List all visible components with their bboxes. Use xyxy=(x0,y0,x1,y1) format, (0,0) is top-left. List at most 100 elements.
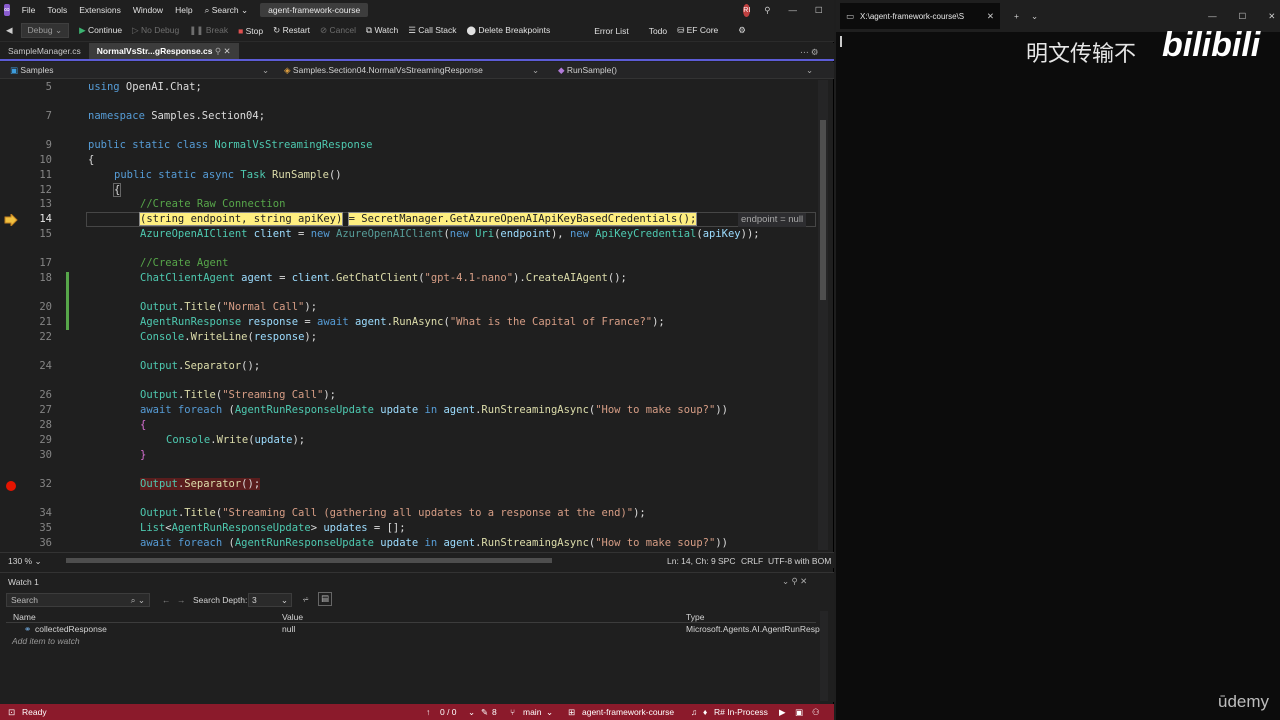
menu-tools[interactable]: Tools xyxy=(47,5,67,15)
git-repository[interactable]: agent-framework-course xyxy=(582,707,674,717)
line-ending[interactable]: CRLF xyxy=(741,556,763,566)
project-dropdown[interactable]: ▣ Samples xyxy=(10,65,53,76)
search-icon: ⌕ xyxy=(204,4,210,15)
minimize-icon[interactable]: — xyxy=(789,5,798,15)
inline-value-hint[interactable]: endpoint = null xyxy=(738,213,807,227)
watch-row[interactable]: ⚭ collectedResponse null Microsoft.Agent… xyxy=(6,624,827,635)
filter-icon[interactable]: ⩫ xyxy=(302,594,309,605)
maximize-icon[interactable]: ☐ xyxy=(1239,11,1247,22)
changes-count[interactable]: 8 xyxy=(492,707,497,717)
search-next-icon[interactable]: → xyxy=(177,595,186,605)
tab-normal-vs-streaming[interactable]: NormalVsStr...gResponse.cs ⚲ ✕ xyxy=(88,43,239,59)
watch-row-name[interactable]: collectedResponse xyxy=(35,624,107,634)
new-tab-icon[interactable]: + xyxy=(1014,11,1019,21)
play-outline-icon: ▷ xyxy=(132,25,139,35)
git-branch[interactable]: main xyxy=(523,707,541,717)
search-previous-icon[interactable]: ← xyxy=(162,595,171,605)
visual-studio-window: ∞ File Tools Extensions Window Help ⌕ Se… xyxy=(0,0,848,720)
watch-search-input[interactable]: Search ⌕ ⌄ xyxy=(6,593,150,607)
todo-button[interactable]: Todo xyxy=(649,26,667,36)
error-count[interactable]: 0 / 0 xyxy=(440,707,457,717)
close-icon[interactable]: ✕ xyxy=(1268,11,1275,22)
close-tab-icon[interactable]: ✕ xyxy=(987,11,994,22)
arrow-up-icon[interactable]: ↑ xyxy=(426,707,430,717)
line-number: 36 xyxy=(39,537,52,549)
menu-file[interactable]: File xyxy=(22,5,36,15)
resharper-status[interactable]: R# In-Process xyxy=(714,707,768,717)
panel-controls[interactable]: ⌄ ⚲ ✕ xyxy=(782,576,807,587)
view-icon[interactable]: ▤ xyxy=(318,592,332,606)
bilibili-logo: bilibili xyxy=(1162,26,1261,64)
debug-toolbar: ◀ Debug ⌄ ▶ Continue ▷ No Debug ❚❚ Break… xyxy=(0,20,834,42)
document-icon[interactable]: ▣ xyxy=(795,707,803,718)
column-name[interactable]: Name xyxy=(13,612,36,622)
menu-window[interactable]: Window xyxy=(133,5,163,15)
column-type[interactable]: Type xyxy=(686,612,704,622)
chevron-down-icon[interactable]: ⌄ xyxy=(1031,11,1038,22)
column-value[interactable]: Value xyxy=(282,612,303,622)
menu-extensions[interactable]: Extensions xyxy=(79,5,121,15)
settings-icon[interactable]: ⚙ xyxy=(738,25,746,36)
pause-icon: ❚❚ xyxy=(189,25,204,35)
add-watch-item[interactable]: Add item to watch xyxy=(12,636,80,646)
class-dropdown[interactable]: ◈ Samples.Section04.NormalVsStreamingRes… xyxy=(284,65,483,76)
line-number-gutter[interactable]: 5 7 9 10 11 12 13 14 15 17 18 20 21 22 2… xyxy=(0,80,69,550)
code-line: { xyxy=(112,183,122,197)
breakpoint-icon[interactable] xyxy=(5,480,17,492)
scrollbar-thumb[interactable] xyxy=(820,120,826,300)
pin-icon[interactable]: ⚲ xyxy=(764,5,770,16)
tab-list-icon[interactable]: ⋯ ⚙ xyxy=(800,47,818,58)
code-line: AgentRunResponse response = await agent.… xyxy=(140,316,665,328)
restart-button[interactable]: ↻ Restart xyxy=(273,25,310,36)
chevron-down-icon[interactable]: ⌄ xyxy=(806,65,813,76)
play-icon[interactable]: ▶ xyxy=(779,707,786,718)
chevron-down-icon[interactable]: ⌄ xyxy=(468,707,475,718)
notifications-icon[interactable]: ⚇ xyxy=(812,707,820,718)
cancel-button[interactable]: ⊘ Cancel xyxy=(320,25,356,36)
terminal-cursor[interactable] xyxy=(840,36,842,47)
chevron-down-icon[interactable]: ⌄ xyxy=(546,707,553,718)
tab-sample-manager[interactable]: SampleManager.cs xyxy=(0,43,89,59)
user-avatar[interactable]: RI xyxy=(743,3,751,17)
terminal-tab[interactable]: ▭ X:\agent-framework-course\S ✕ xyxy=(840,3,1000,29)
ef-core-button[interactable]: ⛁ EF Core xyxy=(677,25,718,36)
terminal-icon: ▭ xyxy=(846,10,855,21)
configuration-dropdown[interactable]: Debug ⌄ xyxy=(20,23,70,38)
method-dropdown[interactable]: ◆ RunSample() xyxy=(558,65,617,76)
code-line: await foreach (AgentRunResponseUpdate up… xyxy=(140,404,728,416)
code-editor[interactable]: using OpenAI.Chat; namespace Samples.Sec… xyxy=(60,80,818,550)
maximize-icon[interactable]: ☐ xyxy=(815,5,823,16)
watch-row-value[interactable]: null xyxy=(282,624,295,634)
file-encoding[interactable]: UTF-8 with BOM xyxy=(768,556,831,566)
horizontal-scrollbar[interactable] xyxy=(66,558,552,563)
delete-breakpoints-button[interactable]: ⬤ Delete Breakpoints xyxy=(466,25,550,36)
resharper-icon: ♦ xyxy=(703,707,708,717)
back-icon[interactable]: ◀ xyxy=(6,25,13,36)
stop-button[interactable]: ■ Stop xyxy=(238,26,263,36)
whitespace-mode[interactable]: SPC xyxy=(718,556,735,566)
search-depth-dropdown[interactable]: 3 ⌄ xyxy=(248,593,292,607)
notification-bell-icon[interactable]: ♫ xyxy=(691,707,697,717)
code-line: //Create Raw Connection xyxy=(140,198,286,210)
search-menu[interactable]: ⌕ Search ⌄ xyxy=(205,5,249,16)
break-button[interactable]: ❚❚ Break xyxy=(189,25,228,36)
chevron-down-icon[interactable]: ⌄ xyxy=(262,65,269,76)
no-debug-button[interactable]: ▷ No Debug xyxy=(132,25,179,36)
call-stack-button[interactable]: ☰ Call Stack xyxy=(408,25,456,36)
zoom-level[interactable]: 130 % ⌄ xyxy=(8,556,42,567)
status-bar: ⊡ Ready ↑ 0 / 0 ⌄ ✎ 8 ⑂ main ⌄ ⊞ agent-f… xyxy=(0,704,834,720)
error-list-button[interactable]: Error List xyxy=(594,26,628,36)
csharp-project-icon: ▣ xyxy=(10,65,19,75)
minimize-icon[interactable]: — xyxy=(1208,11,1217,21)
restart-icon: ↻ xyxy=(273,25,281,35)
continue-button[interactable]: ▶ Continue xyxy=(79,25,122,36)
editor-vertical-scrollbar[interactable] xyxy=(818,80,828,550)
pin-icon[interactable]: ⚲ xyxy=(215,46,221,56)
watch-button[interactable]: ⧉ Watch xyxy=(366,25,398,36)
menu-help[interactable]: Help xyxy=(175,5,192,15)
line-number: 7 xyxy=(45,110,52,122)
close-tab-icon[interactable]: ✕ xyxy=(224,46,231,56)
terminal-window: ▭ X:\agent-framework-course\S ✕ + ⌄ — ☐ … xyxy=(836,0,1280,720)
watch-scrollbar[interactable] xyxy=(820,611,828,701)
chevron-down-icon[interactable]: ⌄ xyxy=(532,65,539,76)
